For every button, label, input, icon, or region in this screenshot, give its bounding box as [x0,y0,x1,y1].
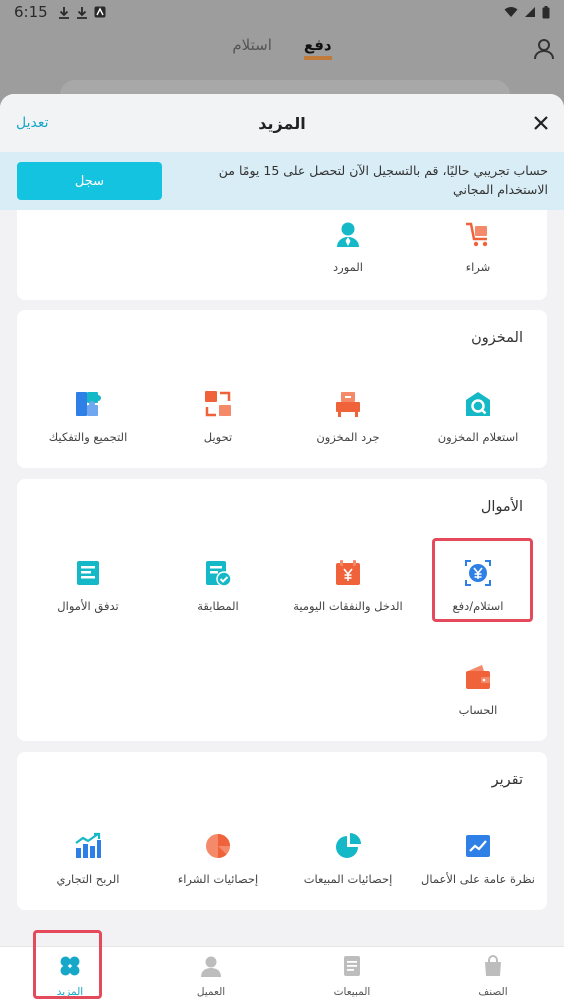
inventory-query-icon [466,392,490,416]
download-icon [58,6,69,19]
payment-tabs: دفع استلام [0,36,564,60]
customer-icon [201,956,221,977]
menu-item-label: شراء [465,260,491,274]
menu-item-cash-flow[interactable]: تدفق الأموال [23,559,153,613]
signal-icon [525,6,535,17]
menu-item-label: تدفق الأموال [57,599,119,613]
wallet-icon [466,665,490,689]
menu-item-label: الحساب [458,703,498,717]
highlight-more-tab [33,930,102,999]
sheet-title: المزيد [258,114,306,133]
menu-item-label: الدخل والنفقات اليومية [293,599,403,613]
nav-label: الصنف [478,986,508,998]
menu-item-supplier[interactable]: المورد [283,220,413,274]
nav-item-items[interactable]: الصنف [453,955,533,998]
assembly-icon [76,392,101,416]
nav-item-customer[interactable]: العميل [171,955,251,998]
sheet-header: تعديل المزيد [0,94,564,152]
stocktake-icon [336,392,360,417]
menu-item-account[interactable]: الحساب [413,663,543,717]
nav-label: العميل [196,986,226,998]
menu-item-label: التجميع والتفكيك [48,430,128,444]
more-sheet: تعديل المزيد سجل حساب تجريبي حاليًا، قم … [0,94,564,946]
tab-pay[interactable]: دفع [303,36,332,60]
document-icon [344,956,360,976]
menu-item-transfer[interactable]: تحويل [153,390,283,444]
sales-stats-icon [336,833,361,858]
business-overview-icon [466,835,490,857]
menu-item-reconcile[interactable]: المطابقة [153,559,283,613]
menu-item-label: جرد المخزون [316,430,380,444]
clock: 6:15 [14,3,48,21]
menu-item-purchase[interactable]: شراء [413,220,543,274]
menu-item-label: المورد [333,260,363,274]
menu-item-daily-income[interactable]: الدخل والنفقات اليومية [283,559,413,613]
app-notification-icon [94,6,106,17]
menu-item-label: نظرة عامة على الأعمال [420,872,536,886]
cart-icon [466,222,488,247]
section-title: الأموال [480,499,523,515]
menu-item-inventory-query[interactable]: استعلام المخزون [413,390,543,444]
user-icon[interactable] [534,38,554,60]
cash-flow-icon [77,561,99,585]
register-button[interactable]: سجل [17,162,162,200]
wifi-icon [504,6,518,17]
profit-icon [75,832,101,858]
bag-icon [485,955,501,976]
close-icon [534,116,548,130]
report-card: تقرير نظرة عامة على الأعمال إحصائيات الم… [17,752,547,910]
menu-item-label: الربح التجاري [56,872,120,886]
transfer-icon [205,391,231,417]
nav-item-sales[interactable]: المبيعات [312,955,392,998]
reconcile-icon [206,561,232,587]
inventory-card: المخزون استعلام المخزون جرد المخزون تحوي… [17,310,547,468]
supplier-icon [337,222,359,247]
menu-item-purchase-stats[interactable]: إحصائيات الشراء [153,832,283,886]
menu-item-sales-stats[interactable]: إحصائيات المبيعات [283,832,413,886]
purchase-card: شراء المورد [17,210,547,300]
menu-item-profit[interactable]: الربح التجاري [23,832,153,886]
trial-message: حساب تجريبي حاليًا، قم بالتسجيل الآن لتح… [218,163,548,197]
menu-item-business-overview[interactable]: نظرة عامة على الأعمال [413,832,543,886]
notification-icons [58,6,106,19]
battery-icon [542,5,550,18]
purchase-stats-icon [206,834,230,859]
menu-item-label: إحصائيات الشراء [177,872,259,886]
tab-receive[interactable]: استلام [232,36,272,60]
menu-item-stocktake[interactable]: جرد المخزون [283,390,413,444]
section-title: المخزون [471,330,523,346]
section-title: تقرير [491,772,523,788]
menu-item-label: تحويل [203,430,233,444]
menu-item-label: إحصائيات المبيعات [303,872,393,886]
close-button[interactable] [530,112,552,134]
download-icon [76,6,87,19]
menu-item-label: المطابقة [197,599,239,613]
nav-label: المبيعات [333,986,371,998]
daily-income-icon [336,560,360,585]
trial-banner: سجل حساب تجريبي حاليًا، قم بالتسجيل الآن… [0,152,564,210]
menu-item-assembly[interactable]: التجميع والتفكيك [23,390,153,444]
status-bar: 6:15 [0,0,564,24]
highlight-receive-pay [432,538,533,622]
menu-item-label: استعلام المخزون [437,430,519,444]
